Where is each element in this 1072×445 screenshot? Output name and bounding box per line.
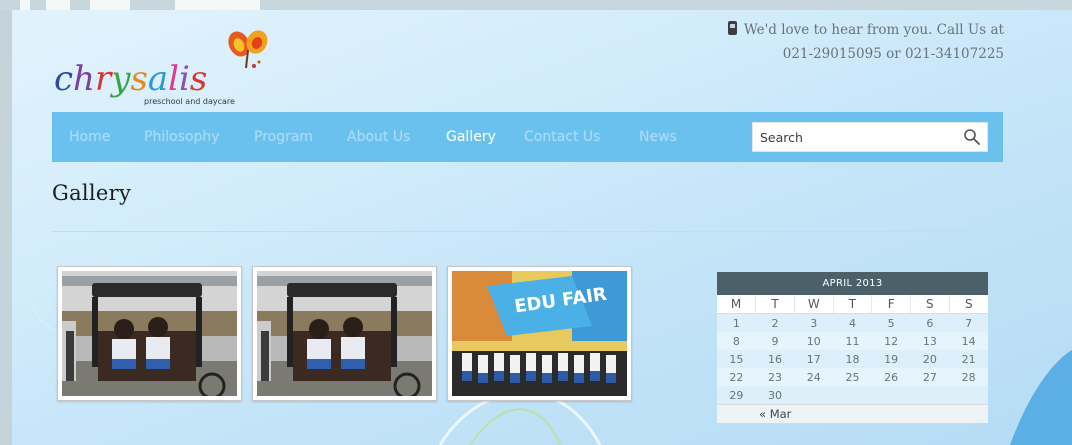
main-navigation: Home Philosophy Program About Us Gallery… <box>52 112 1003 162</box>
gallery-thumbnail[interactable] <box>57 266 242 401</box>
calendar-day: 17 <box>794 350 834 368</box>
calendar-table: M T W T F S S 1 2 3 4 5 6 7 8 9 10 11 12… <box>717 295 988 404</box>
photo-children-rickshaw <box>62 271 237 396</box>
butterfly-icon: chrysalis preschool and daycare <box>54 30 268 106</box>
calendar-day: 12 <box>871 332 911 350</box>
nav-item-program[interactable]: Program <box>254 129 313 145</box>
gallery-thumbnail[interactable] <box>252 266 437 401</box>
calendar-day: 30 <box>755 386 795 404</box>
calendar-day <box>949 386 988 404</box>
mobile-phone-icon <box>727 21 737 35</box>
logo-tagline: preschool and daycare <box>144 97 235 106</box>
top-border-strip <box>0 0 1072 10</box>
photo-edu-fair: EDU FAIR <box>452 271 627 396</box>
svg-text:chrysalis: chrysalis <box>54 59 207 99</box>
calendar-day: 14 <box>949 332 988 350</box>
calendar-day <box>794 386 834 404</box>
calendar-prev-month-link[interactable]: « Mar <box>717 404 988 423</box>
title-divider <box>52 231 1000 232</box>
calendar-day: 11 <box>833 332 872 350</box>
calendar-day <box>833 386 872 404</box>
calendar-day: 8 <box>717 332 756 350</box>
nav-item-contact-us[interactable]: Contact Us <box>524 129 600 145</box>
calendar-day: 19 <box>871 350 911 368</box>
calendar-day <box>910 386 950 404</box>
contact-phone-numbers: 021-29015095 or 021-34107225 <box>782 46 1004 62</box>
calendar-day: 10 <box>794 332 834 350</box>
calendar-day: 5 <box>871 313 911 332</box>
calendar-day: 26 <box>871 368 911 386</box>
nav-item-about-us[interactable]: About Us <box>347 129 410 145</box>
nav-item-gallery[interactable]: Gallery <box>446 129 496 145</box>
page-title: Gallery <box>52 181 132 205</box>
search-input[interactable] <box>753 123 953 151</box>
calendar-day-header: W <box>794 295 834 314</box>
calendar-day <box>871 386 911 404</box>
search-icon[interactable] <box>963 128 981 146</box>
calendar-day: 3 <box>794 313 834 332</box>
calendar-day: 22 <box>717 368 756 386</box>
calendar-day: 4 <box>833 313 872 332</box>
contact-line-1: We'd love to hear from you. Call Us at <box>743 22 1004 38</box>
calendar-day: 15 <box>717 350 756 368</box>
calendar-day: 16 <box>755 350 795 368</box>
nav-item-news[interactable]: News <box>639 129 677 145</box>
calendar-day: 28 <box>949 368 988 386</box>
calendar-day: 7 <box>949 313 988 332</box>
calendar-day: 9 <box>755 332 795 350</box>
calendar-day: 1 <box>717 313 756 332</box>
calendar-day-header: T <box>755 295 795 314</box>
gallery-thumbnail[interactable]: EDU FAIR <box>447 266 632 401</box>
calendar-day: 13 <box>910 332 950 350</box>
calendar-caption: APRIL 2013 <box>717 272 988 295</box>
photo-children-rickshaw <box>257 271 432 396</box>
calendar-day-header: S <box>949 295 988 314</box>
nav-item-home[interactable]: Home <box>69 129 110 145</box>
calendar-day-header: M <box>717 295 757 314</box>
site-logo[interactable]: chrysalis preschool and daycare <box>52 26 272 110</box>
calendar-day-header: F <box>871 295 912 314</box>
calendar-day: 24 <box>794 368 834 386</box>
calendar-day: 2 <box>755 313 795 332</box>
search-box <box>752 122 988 152</box>
calendar-day: 18 <box>833 350 872 368</box>
left-border-strip <box>0 10 12 445</box>
calendar-day-header: S <box>910 295 950 314</box>
nav-item-philosophy[interactable]: Philosophy <box>144 129 220 145</box>
calendar-day: 6 <box>910 313 950 332</box>
calendar-day: 29 <box>717 386 756 404</box>
calendar-day: 23 <box>755 368 795 386</box>
calendar-day: 25 <box>833 368 872 386</box>
calendar-day: 20 <box>910 350 950 368</box>
calendar-widget: APRIL 2013 M T W T F S S 1 2 3 4 5 6 7 8… <box>717 272 988 423</box>
calendar-day: 21 <box>949 350 988 368</box>
contact-info: We'd love to hear from you. Call Us at 0… <box>727 18 1004 66</box>
calendar-day: 27 <box>910 368 950 386</box>
calendar-day-header: T <box>833 295 873 314</box>
